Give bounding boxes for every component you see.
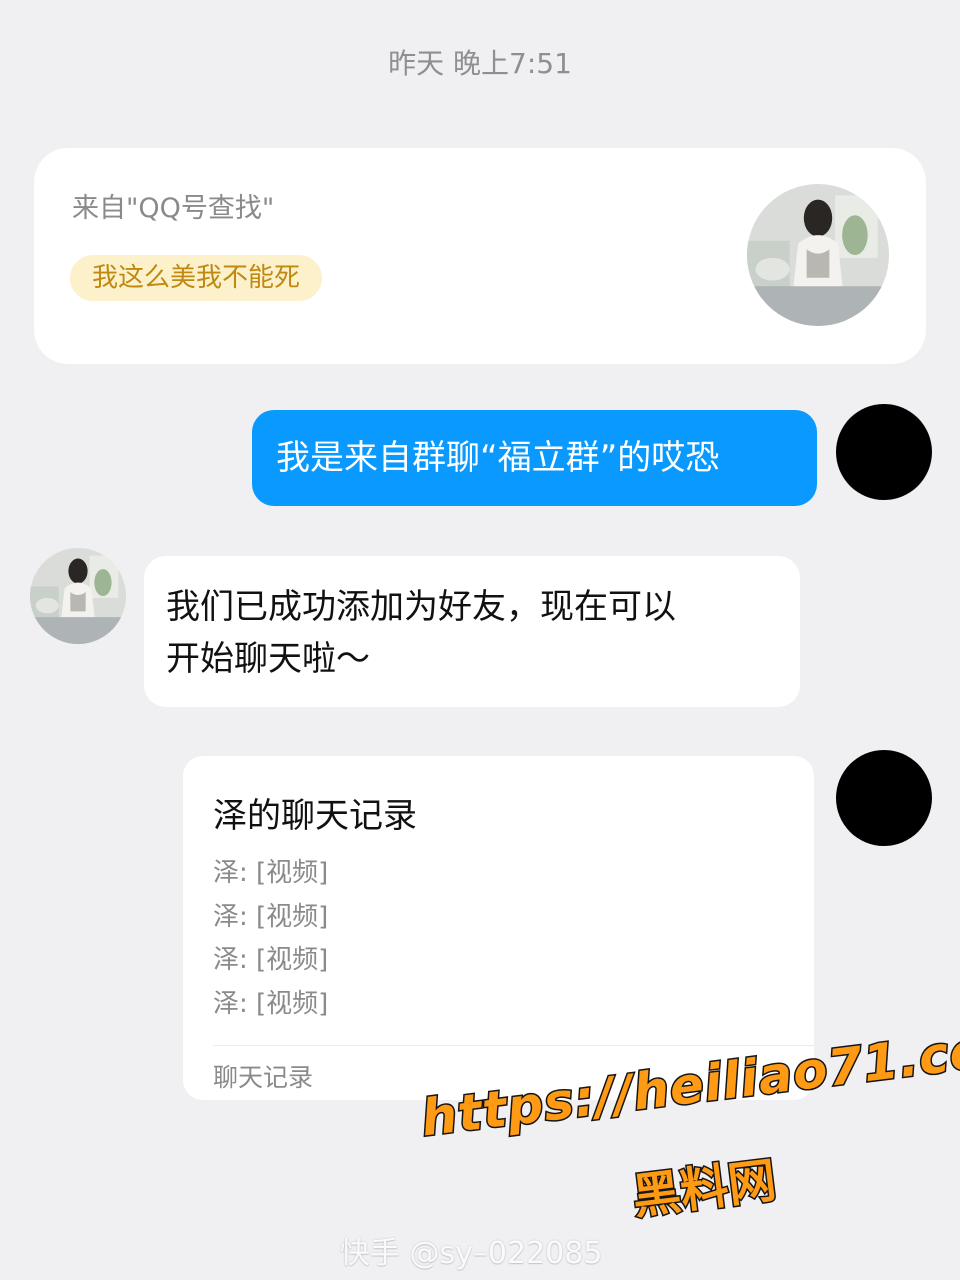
chat-record-title: 泽的聊天记录 — [213, 796, 417, 836]
source-label: 来自"QQ号查找" — [72, 193, 275, 224]
watermark-site-name: 黑料网 — [628, 1151, 781, 1227]
chat-record-line: 泽: [视频] — [213, 988, 329, 1019]
chat-record-line: 泽: [视频] — [213, 858, 329, 888]
message-timestamp: 昨天 晚上7:51 — [388, 47, 572, 80]
incoming-message-line-1: 我们已成功添加为好友，现在可以 — [166, 587, 676, 627]
contact-avatar-large[interactable] — [747, 184, 889, 326]
chat-record-preview: 泽: [视频] 泽: [视频] 泽: [视频] 泽: [视频] — [213, 852, 328, 1026]
incoming-message-bubble[interactable]: 我们已成功添加为好友，现在可以 开始聊天啦～ — [144, 556, 800, 707]
my-avatar[interactable] — [836, 750, 932, 846]
friend-source-card[interactable]: 来自"QQ号查找" 我这么美我不能死 — [34, 148, 926, 364]
chat-record-divider — [213, 1045, 814, 1046]
incoming-message-line-2: 开始聊天啦～ — [166, 639, 370, 679]
outgoing-message-bubble[interactable]: 我是来自群聊“福立群”的哎恐 — [252, 410, 817, 506]
chat-record-card[interactable]: 泽的聊天记录 泽: [视频] 泽: [视频] 泽: [视频] 泽: [视频] 聊… — [183, 756, 814, 1100]
watermark-kuaishou: 快手 @sy–022085 — [340, 1236, 603, 1271]
avatar-photo-icon — [30, 548, 126, 644]
avatar-photo-icon — [747, 184, 889, 326]
contact-avatar-small[interactable] — [30, 548, 126, 644]
chat-record-line: 泽: [视频] — [213, 901, 329, 932]
my-avatar[interactable] — [836, 404, 932, 500]
signature-tag: 我这么美我不能死 — [70, 255, 323, 301]
chat-record-line: 泽: [视频] — [213, 945, 329, 975]
chat-record-footer: 聊天记录 — [213, 1063, 314, 1092]
